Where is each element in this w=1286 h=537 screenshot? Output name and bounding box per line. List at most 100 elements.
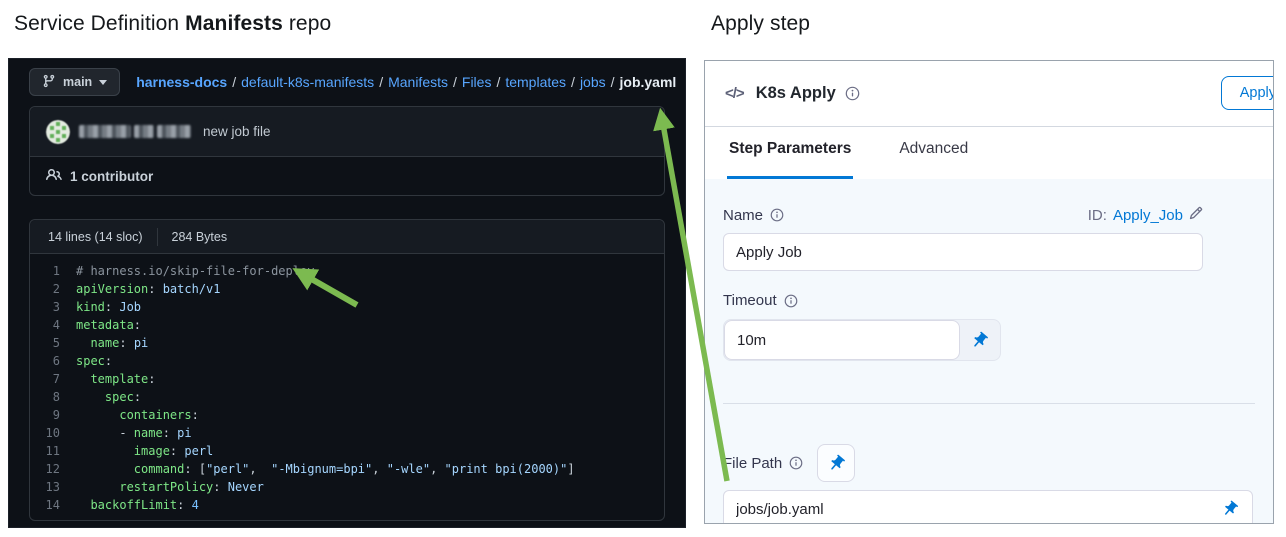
code-line-content: spec: [76,354,113,368]
file-stats-bar: 14 lines (14 sloc) 284 Bytes [30,220,664,254]
code-line-content: restartPolicy: Never [119,480,264,494]
commit-message[interactable]: new job file [203,124,271,139]
left-section-title: Service Definition Manifests repo [14,12,332,35]
code-line-content: kind: Job [76,300,142,314]
line-number[interactable]: 10 [30,424,76,442]
file-size-info: 284 Bytes [171,229,228,244]
name-input[interactable] [723,233,1203,271]
line-number[interactable]: 3 [30,298,76,316]
code-viewer: 1 # harness.io/skip-file-for-deploy 2 apiVe… [30,254,664,514]
code-line-content: name: pi [90,336,149,350]
breadcrumb-separator: / [496,74,501,90]
code-line: 8 spec: [30,388,664,406]
breadcrumb-link-files[interactable]: Files [462,74,492,90]
latest-commit-card: new job file 1 contributor [29,106,665,196]
code-line-content: metadata: [76,318,142,332]
step-parameters-content: Name ID: Apply_Job Timeout [705,179,1273,523]
code-line: 6 spec: [30,352,664,370]
step-title: K8s Apply [755,84,836,102]
breadcrumb-link-jobs[interactable]: jobs [580,74,606,90]
code-line-content: backoffLimit: 4 [90,498,199,512]
breadcrumb-separator: / [571,74,575,90]
tab-advanced[interactable]: Advanced [897,140,970,179]
code-line: 13 restartPolicy: Never [30,478,664,496]
breadcrumb: harness-docs / default-k8s-manifests / Manif… [136,74,676,90]
pin-icon [1217,496,1242,521]
file-lines-info: 14 lines (14 sloc) [48,229,143,244]
code-line: 10 - name: pi [30,424,664,442]
breadcrumb-link-templates[interactable]: templates [505,74,566,90]
line-number[interactable]: 1 [30,262,76,280]
info-icon[interactable] [770,208,784,222]
info-icon[interactable] [845,86,860,101]
code-line-content: image: perl [133,444,214,458]
breadcrumb-separator: / [379,74,384,90]
file-path-input-group [723,490,1253,523]
info-icon[interactable] [784,294,798,308]
step-id-block: ID: Apply_Job [1088,206,1203,224]
commit-author-avatar[interactable] [46,119,70,144]
breadcrumb-current-file: job.yaml [619,74,677,90]
divider [156,227,158,246]
code-line-content: command: ["perl", "-Mbignum=bpi", "-wle"… [133,462,575,476]
file-navigation-bar: main harness-docs / default-k8s-manifests /… [9,59,685,105]
line-number[interactable]: 6 [30,352,76,370]
code-line: 11 image: perl [30,442,664,460]
code-line: 12 command: ["perl", "-Mbignum=bpi", "-w… [30,460,664,478]
step-tabs: Step Parameters Advanced [705,128,1273,179]
section-divider [723,403,1255,404]
code-line-content: template: [90,372,156,386]
apply-changes-button[interactable]: Apply [1220,76,1273,110]
step-panel-header: </> K8s Apply Apply [705,61,1273,127]
contributors-row[interactable]: 1 contributor [30,157,664,195]
line-number[interactable]: 8 [30,388,76,406]
code-step-icon: </> [725,85,745,102]
breadcrumb-separator: / [453,74,457,90]
code-line: 2 apiVersion: batch/v1 [30,280,664,298]
line-number[interactable]: 11 [30,442,76,460]
step-id-link[interactable]: Apply_Job [1113,207,1183,224]
people-icon [46,167,62,186]
timeout-pin-toggle[interactable] [958,320,1000,360]
line-number[interactable]: 2 [30,280,76,298]
line-number[interactable]: 4 [30,316,76,334]
breadcrumb-separator: / [232,74,237,90]
code-line-content: containers: [119,408,199,422]
branch-selector-button[interactable]: main [29,68,121,96]
code-line: 3 kind: Job [30,298,664,316]
file-view-card: 14 lines (14 sloc) 284 Bytes 1 # harness.… [29,219,665,521]
k8s-apply-step-panel: </> K8s Apply Apply Step Parameters Advan… [704,60,1274,524]
code-line: 1 # harness.io/skip-file-for-deploy [30,262,664,280]
code-line: 14 backoffLimit: 4 [30,496,664,514]
line-number[interactable]: 14 [30,496,76,514]
breadcrumb-repo-link[interactable]: harness-docs [136,74,227,90]
info-icon[interactable] [789,456,803,470]
timeout-input[interactable] [724,320,960,360]
code-line-content: - name: pi [76,426,192,440]
breadcrumb-link-manifests[interactable]: Manifests [388,74,448,90]
commit-author-redacted [79,125,191,138]
line-number[interactable]: 5 [30,334,76,352]
tab-step-parameters[interactable]: Step Parameters [727,140,854,179]
line-number[interactable]: 13 [30,478,76,496]
pin-icon [966,327,993,354]
file-path-input[interactable] [723,490,1253,523]
line-number[interactable]: 12 [30,460,76,478]
pin-icon [823,450,850,477]
file-path-pin-toggle[interactable] [1211,490,1249,523]
breadcrumb-separator: / [610,74,615,90]
code-line-content: apiVersion: batch/v1 [76,282,221,296]
file-path-pin-button[interactable] [817,444,856,482]
edit-pencil-icon[interactable] [1189,206,1203,224]
breadcrumb-link-default-k8s-manifests[interactable]: default-k8s-manifests [241,74,374,90]
chevron-down-icon [99,79,108,85]
code-line: 4 metadata: [30,316,664,334]
line-number[interactable]: 9 [30,406,76,424]
git-branch-icon [42,74,56,91]
code-line: 9 containers: [30,406,664,424]
code-line-content: # harness.io/skip-file-for-deploy [76,264,315,278]
latest-commit-row: new job file [30,107,664,157]
github-repo-panel: main harness-docs / default-k8s-manifests /… [8,58,686,528]
contributors-label: 1 contributor [70,168,154,184]
line-number[interactable]: 7 [30,370,76,388]
